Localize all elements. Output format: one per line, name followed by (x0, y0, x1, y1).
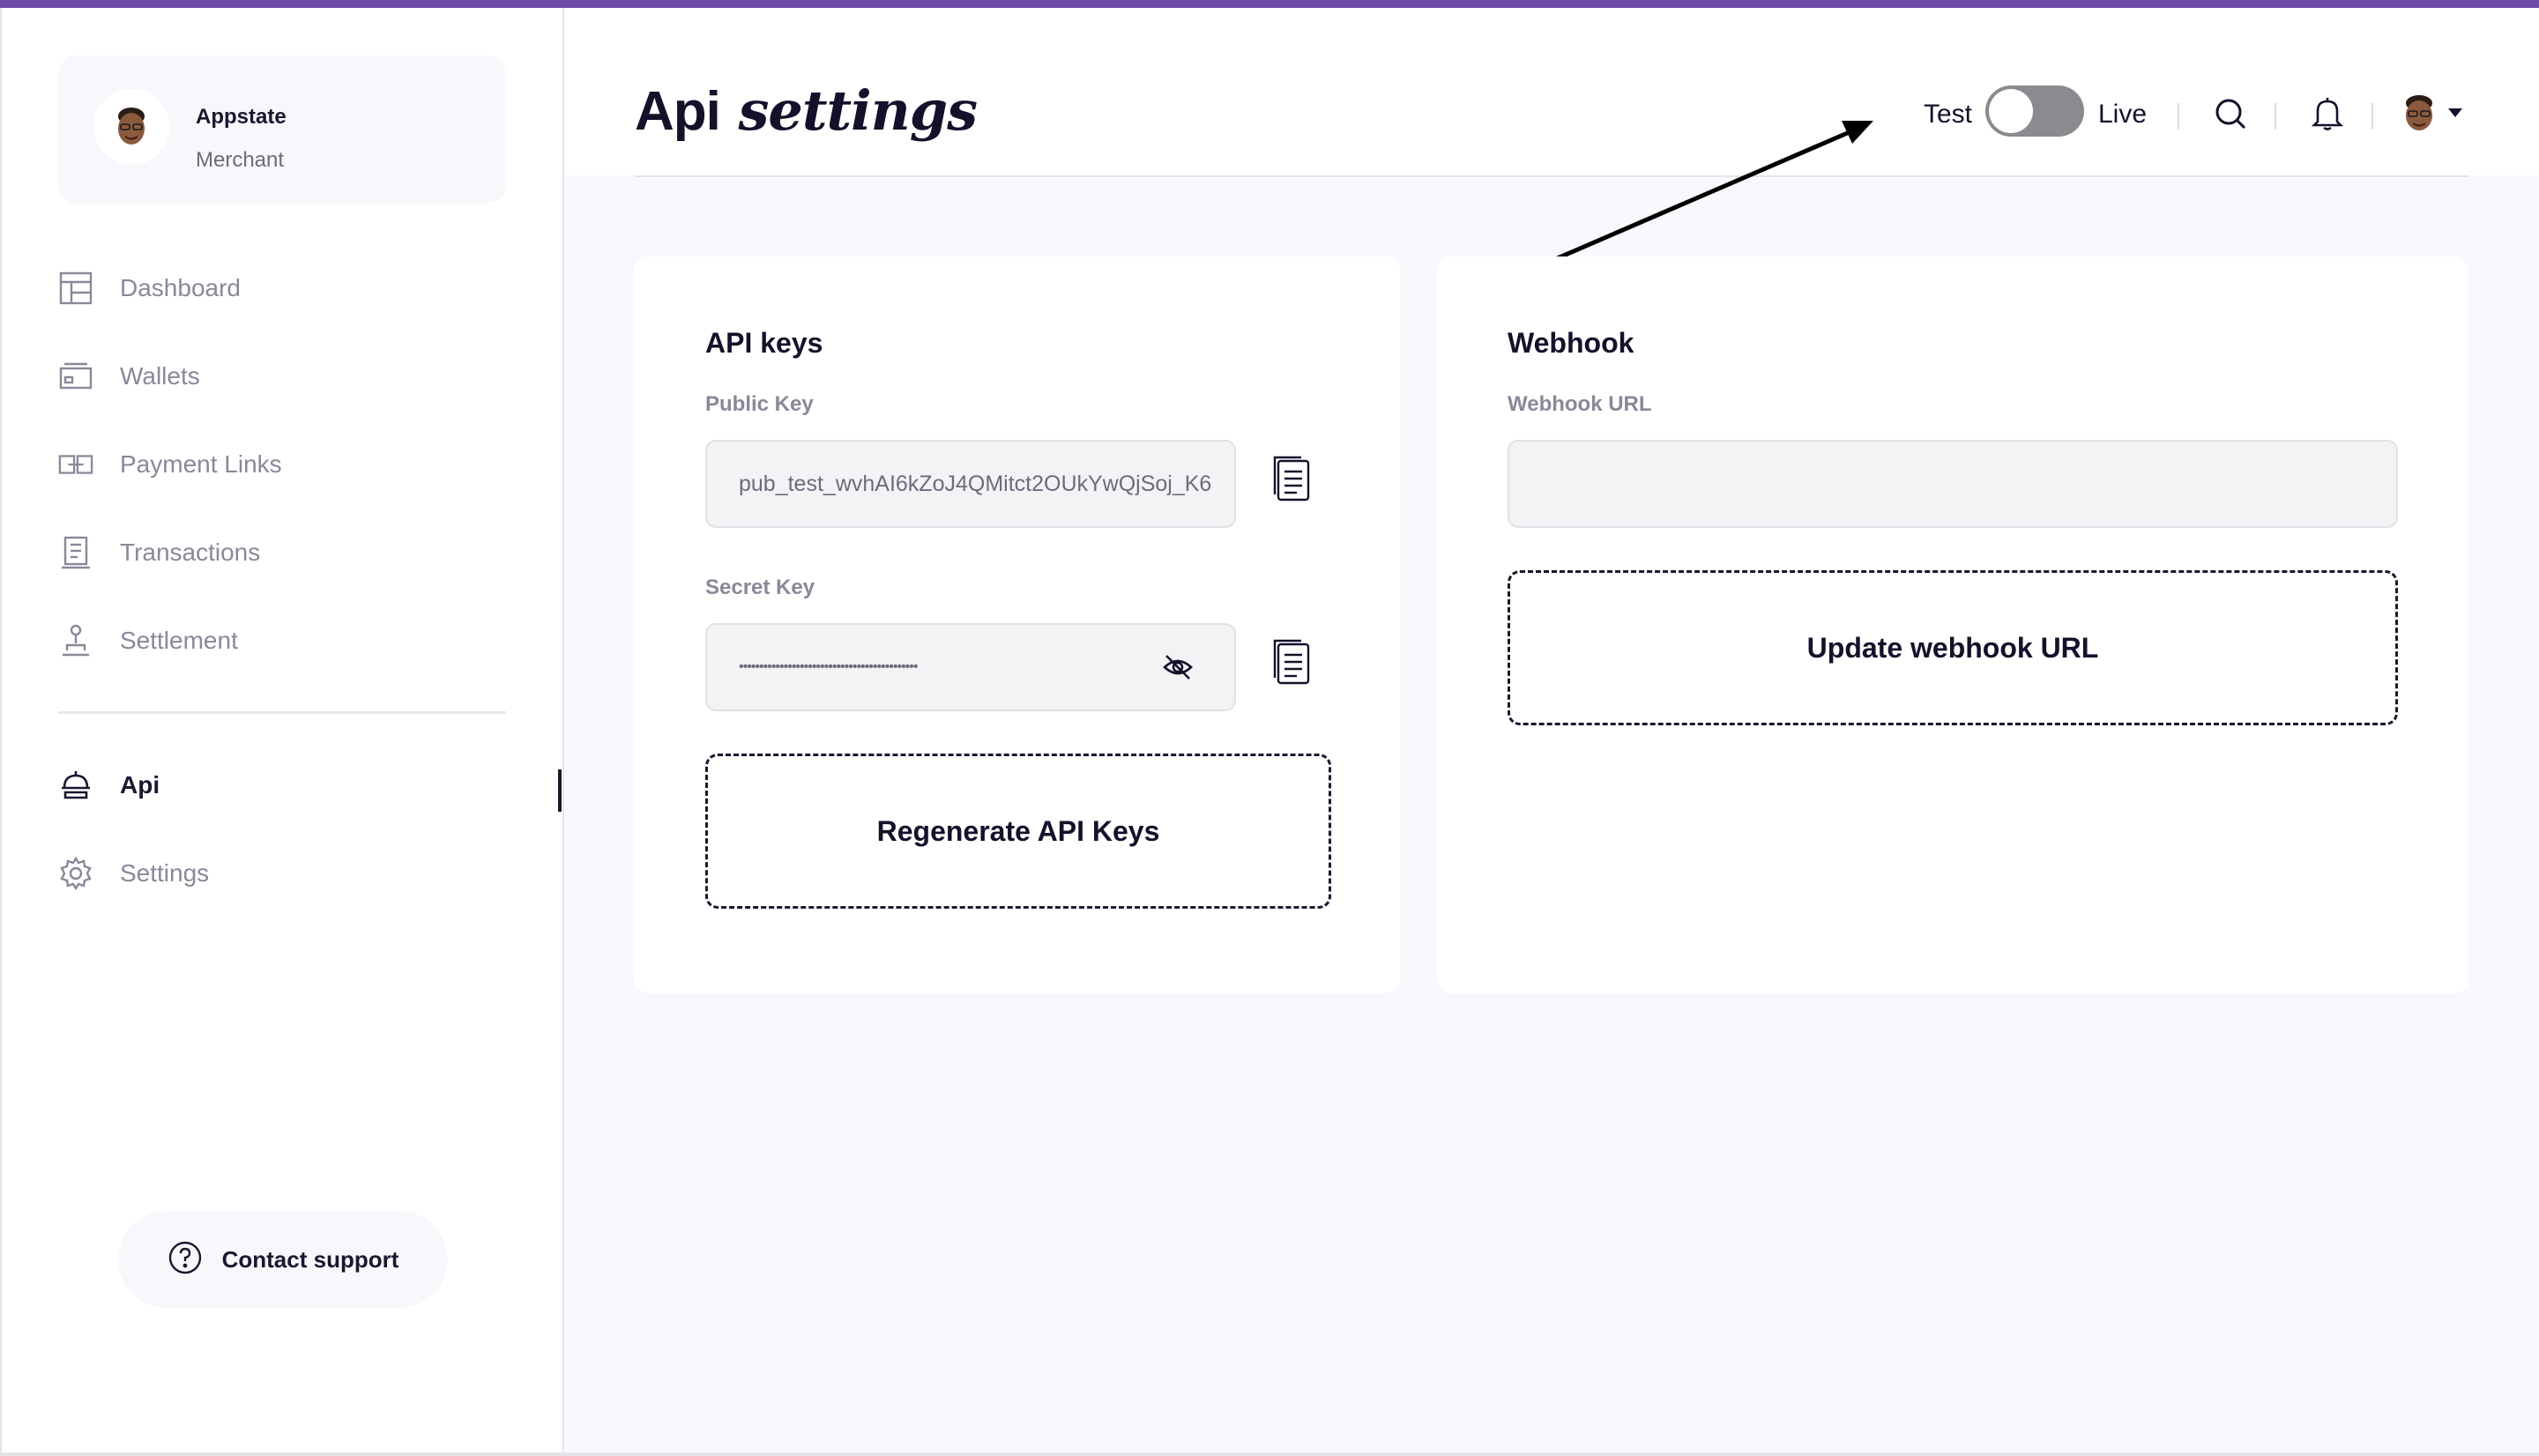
test-live-toggle[interactable] (1985, 85, 2084, 137)
merchant-role: Merchant (196, 148, 285, 172)
page-title: Api settings (635, 78, 978, 143)
sidebar-item-settings[interactable]: Settings (58, 847, 534, 900)
sidebar-item-wallets[interactable]: Wallets (58, 350, 534, 403)
webhook-url-label: Webhook URL (1508, 392, 1652, 416)
sidebar-divider (58, 711, 506, 714)
merchant-card[interactable]: Appstate Merchant (58, 56, 506, 204)
receipt-icon (58, 533, 93, 572)
copy-public-key-button[interactable] (1271, 454, 1312, 503)
sidebar-item-settlement[interactable]: Settlement (58, 614, 534, 667)
header-separator (2371, 103, 2373, 130)
search-button[interactable] (2211, 94, 2250, 133)
contact-support-label: Contact support (221, 1245, 399, 1273)
sidebar-item-payment-links[interactable]: Payment Links (58, 438, 534, 491)
regenerate-api-keys-button[interactable]: Regenerate API Keys (705, 754, 1331, 909)
active-nav-indicator (558, 769, 562, 812)
webhook-card: Webhook Webhook URL Update webhook URL (1437, 256, 2468, 993)
secret-key-label: Secret Key (705, 576, 815, 599)
merchant-name: Appstate (196, 105, 287, 129)
top-accent-bar (0, 0, 2539, 8)
mode-live-label: Live (2098, 100, 2148, 129)
eye-off-icon[interactable] (1162, 651, 1194, 683)
user-avatar[interactable] (2400, 94, 2438, 133)
merchant-avatar (93, 89, 169, 165)
avatar-face-icon (118, 108, 145, 145)
sidebar: Appstate Merchant Dashboard Wallets Paym… (2, 8, 564, 1452)
page-title-primary: Api (635, 81, 721, 142)
sidebar-item-transactions[interactable]: Transactions (58, 526, 534, 579)
sidebar-item-label: Wallets (120, 362, 200, 390)
sidebar-item-label: Transactions (120, 539, 261, 566)
chevron-down-icon[interactable] (2447, 107, 2463, 123)
public-key-field[interactable]: pub_test_wvhAI6kZoJ4QMitct2OUkYwQjSoj_K6 (705, 440, 1236, 528)
public-key-value: pub_test_wvhAI6kZoJ4QMitct2OUkYwQjSoj_K6 (739, 471, 1212, 496)
sidebar-item-label: Settings (120, 859, 210, 887)
avatar-face-icon (2406, 95, 2432, 130)
mode-test-label: Test (1924, 100, 1973, 129)
webhook-url-field[interactable] (1508, 440, 2398, 528)
sidebar-item-label: Api (120, 771, 160, 799)
help-icon (168, 1240, 203, 1280)
stamp-icon (58, 621, 93, 660)
link-icon (58, 445, 93, 484)
sidebar-item-label: Dashboard (120, 274, 241, 301)
webhook-title: Webhook (1508, 327, 1634, 359)
secret-key-field[interactable]: ••••••••••••••••••••••••••••••••••••••••… (705, 623, 1236, 711)
page-title-secondary: settings (738, 78, 978, 143)
frame-border-bottom (0, 1452, 2539, 1456)
bell-icon (2312, 98, 2343, 130)
sidebar-item-label: Payment Links (120, 450, 282, 478)
wallet-icon (58, 357, 93, 396)
gear-icon (58, 854, 93, 893)
update-webhook-url-button[interactable]: Update webhook URL (1508, 570, 2398, 725)
dashboard-icon (58, 269, 93, 308)
api-keys-title: API keys (705, 327, 823, 359)
api-icon (58, 766, 93, 805)
search-icon (2215, 99, 2246, 130)
sidebar-item-api[interactable]: Api (58, 759, 534, 812)
main-content: Api settings Test Live API keys Public K… (564, 8, 2539, 1452)
sidebar-item-label: Settlement (120, 627, 238, 654)
api-keys-card: API keys Public Key pub_test_wvhAI6kZoJ4… (635, 256, 1400, 993)
copy-icon (1273, 456, 1310, 501)
annotation-arrow-icon (1540, 121, 1873, 268)
public-key-label: Public Key (705, 392, 814, 416)
header-separator (2178, 103, 2179, 130)
copy-icon (1273, 639, 1310, 685)
notifications-button[interactable] (2308, 94, 2347, 133)
copy-secret-key-button[interactable] (1271, 637, 1312, 687)
header-separator (2275, 103, 2276, 130)
toggle-knob (1989, 89, 2033, 133)
sidebar-item-dashboard[interactable]: Dashboard (58, 262, 534, 315)
contact-support-button[interactable]: Contact support (118, 1211, 448, 1308)
secret-key-value: ••••••••••••••••••••••••••••••••••••••••… (739, 659, 918, 674)
